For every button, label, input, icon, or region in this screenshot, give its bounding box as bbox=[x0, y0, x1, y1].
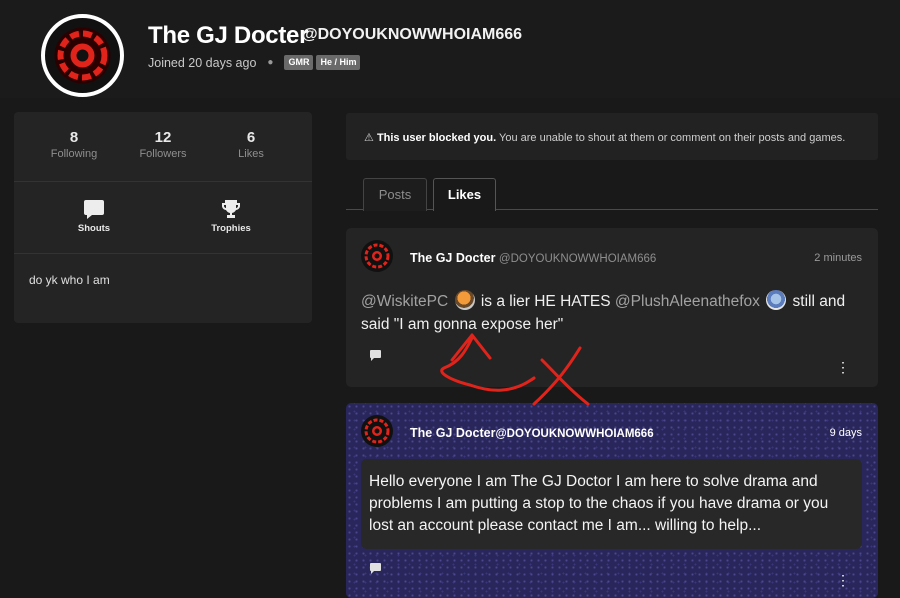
shouts-label: Shouts bbox=[77, 223, 111, 234]
user-avatar-icon bbox=[766, 290, 787, 310]
more-options-icon[interactable]: ⋮ bbox=[836, 360, 850, 374]
trophies-link[interactable]: Trophies bbox=[191, 198, 271, 234]
author-handle: @DOYOUKNOWWHOIAM666 bbox=[495, 428, 654, 440]
profile-links: Shouts Trophies bbox=[14, 182, 312, 254]
profile-sidebar: 8 Following 12 Followers 6 Likes Shouts … bbox=[14, 112, 312, 323]
post-time: 2 minutes bbox=[814, 252, 862, 264]
post-author[interactable]: The GJ Docter@DOYOUKNOWWHOIAM666 bbox=[410, 426, 654, 440]
comment-icon[interactable] bbox=[369, 562, 382, 580]
stat-following[interactable]: 8 Following bbox=[34, 129, 114, 160]
author-name: The GJ Docter bbox=[410, 426, 496, 440]
profile-avatar[interactable] bbox=[41, 14, 124, 97]
speech-bubble-icon bbox=[54, 198, 134, 220]
profile-handle: @DOYOUKNOWWHOIAM666 bbox=[302, 26, 523, 43]
tag-gmr: GMR bbox=[284, 55, 314, 70]
tag-pronouns: He / Him bbox=[316, 55, 361, 70]
stat-followers[interactable]: 12 Followers bbox=[123, 129, 203, 160]
comment-icon[interactable] bbox=[369, 349, 382, 367]
stats-row: 8 Following 12 Followers 6 Likes bbox=[14, 112, 312, 182]
blocked-notice: ⚠ This user blocked you. You are unable … bbox=[346, 113, 878, 160]
stat-label: Followers bbox=[139, 148, 187, 160]
warning-icon: ⚠ bbox=[364, 132, 374, 144]
post-avatar[interactable] bbox=[361, 415, 393, 447]
mention-link[interactable]: @PlushAleenathefox bbox=[615, 293, 760, 310]
trophy-icon bbox=[191, 198, 271, 220]
tab-likes[interactable]: Likes bbox=[433, 178, 496, 211]
post-card[interactable]: The GJ Docter@DOYOUKNOWWHOIAM666 9 days … bbox=[346, 403, 878, 598]
stat-label: Following bbox=[50, 148, 98, 160]
trophies-label: Trophies bbox=[211, 223, 251, 234]
post-body: @WiskitePC is a lier HE HATES @PlushAlee… bbox=[361, 290, 861, 336]
profile-tabs: Posts Likes bbox=[346, 178, 878, 211]
separator-dot: ● bbox=[267, 57, 274, 68]
post-avatar[interactable] bbox=[361, 240, 393, 272]
profile-header: The GJ Docter @DOYOUKNOWWHOIAM666 Joined… bbox=[0, 0, 900, 98]
post-text: is a lier HE HATES bbox=[476, 293, 615, 310]
tab-posts[interactable]: Posts bbox=[363, 178, 427, 211]
notice-text: You are unable to shout at them or comme… bbox=[496, 132, 846, 144]
shouts-link[interactable]: Shouts bbox=[54, 198, 134, 234]
mention-link[interactable]: @WiskitePC bbox=[361, 293, 448, 310]
profile-name: The GJ Docter bbox=[148, 22, 309, 49]
post-body: Hello everyone I am The GJ Doctor I am h… bbox=[361, 459, 862, 549]
author-name: The GJ Docter bbox=[410, 251, 496, 265]
more-options-icon[interactable]: ⋮ bbox=[836, 573, 850, 587]
post-author[interactable]: The GJ Docter @DOYOUKNOWWHOIAM666 bbox=[410, 251, 656, 265]
author-handle: @DOYOUKNOWWHOIAM666 bbox=[498, 253, 657, 265]
notice-title: This user blocked you. bbox=[376, 132, 497, 144]
stat-value: 12 bbox=[154, 129, 172, 146]
stat-value: 6 bbox=[246, 129, 256, 146]
stat-value: 8 bbox=[69, 129, 79, 146]
post-card[interactable]: The GJ Docter @DOYOUKNOWWHOIAM666 2 minu… bbox=[346, 228, 878, 387]
stat-label: Likes bbox=[238, 148, 264, 160]
profile-bio: do yk who I am bbox=[29, 273, 110, 287]
joined-date: Joined 20 days ago bbox=[148, 55, 257, 70]
user-avatar-icon bbox=[454, 290, 475, 310]
profile-meta: Joined 20 days ago ● GMR He / Him bbox=[148, 55, 361, 70]
post-time: 9 days bbox=[829, 427, 862, 439]
stat-likes[interactable]: 6 Likes bbox=[211, 129, 291, 160]
